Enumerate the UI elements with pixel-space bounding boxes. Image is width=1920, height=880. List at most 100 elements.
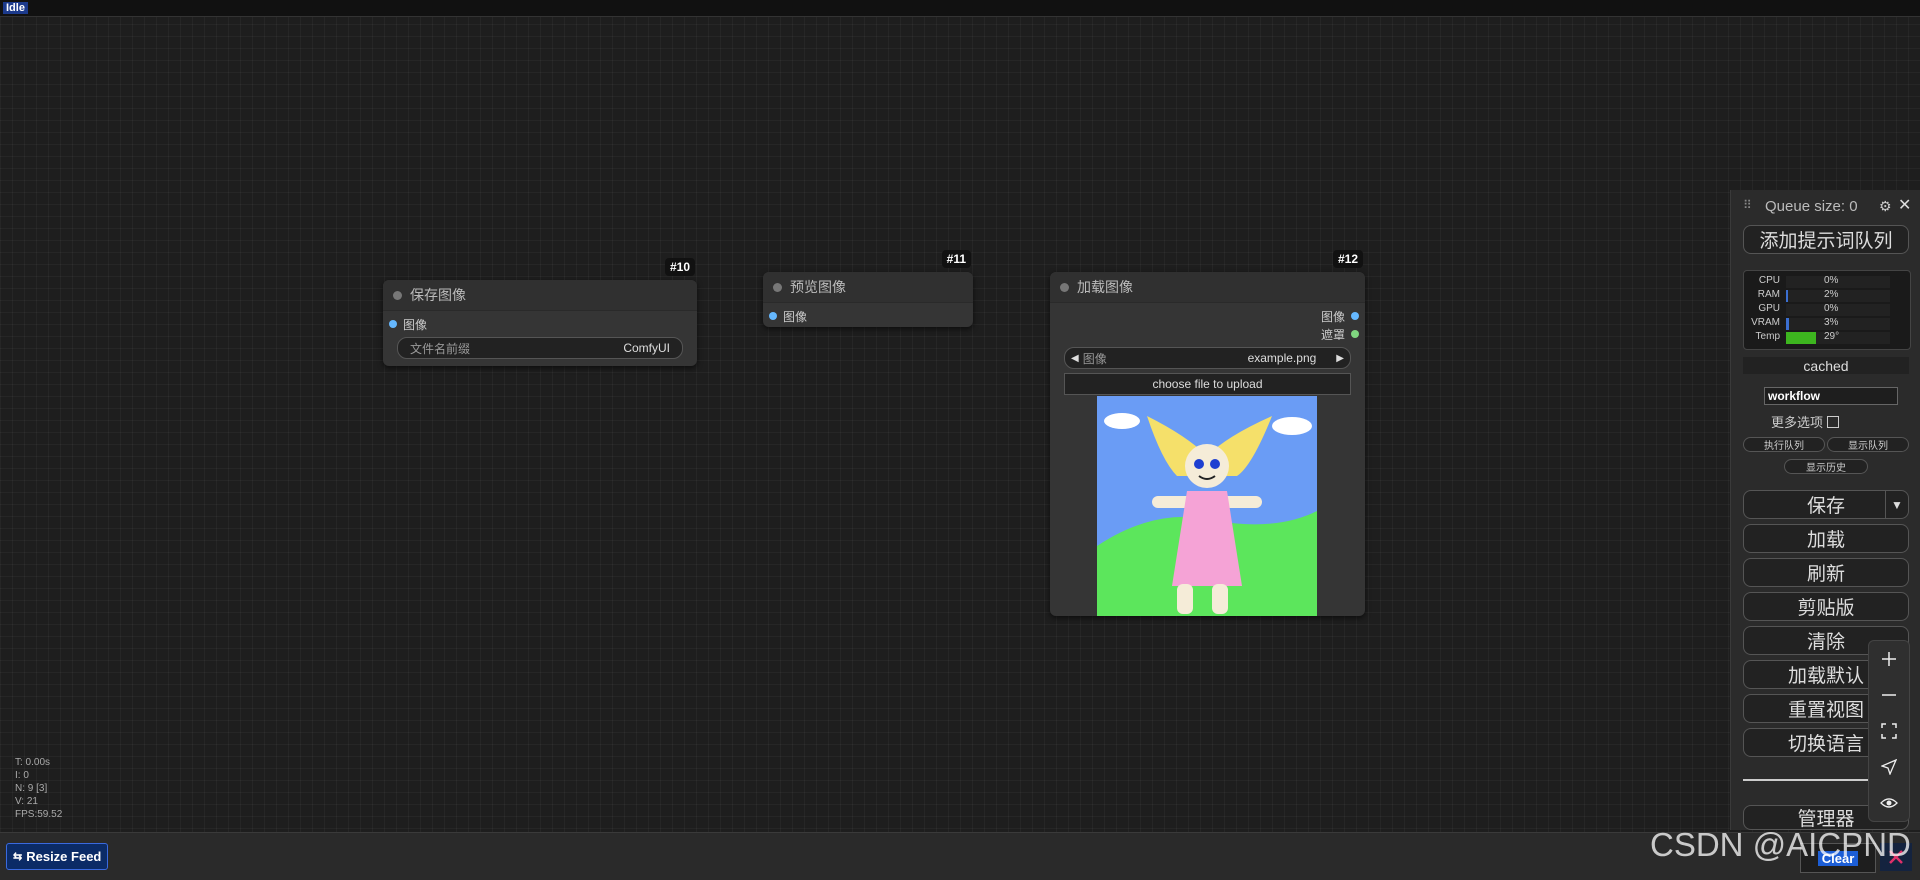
filename-prefix-field[interactable]: 文件名前缀 ComfyUI xyxy=(397,337,683,359)
fit-view-icon[interactable] xyxy=(1869,713,1909,749)
zoom-out-icon[interactable] xyxy=(1869,677,1909,713)
output-slot-label: 图像 xyxy=(1320,309,1345,324)
input-slot-label: 图像 xyxy=(783,309,808,324)
queue-prompt-button[interactable]: 添加提示词队列 xyxy=(1743,225,1909,254)
node-collapse-dot[interactable] xyxy=(1060,282,1069,292)
node-title: 保存图像 xyxy=(410,287,466,303)
monitor-value: 0% xyxy=(1824,303,1839,314)
refresh-button[interactable]: 刷新 xyxy=(1743,558,1909,587)
more-options-row[interactable]: 更多选项 xyxy=(1771,412,1840,431)
image-preview xyxy=(1097,396,1317,616)
send-icon[interactable] xyxy=(1869,749,1909,785)
input-slot-image[interactable]: 图像 xyxy=(763,307,973,325)
eye-icon[interactable] xyxy=(1869,785,1909,821)
node-title-bar[interactable]: 预览图像 xyxy=(763,272,973,303)
status-idle-badge: Idle xyxy=(3,2,28,14)
gear-icon[interactable]: ⚙ xyxy=(1879,198,1892,215)
drawing-image xyxy=(1097,396,1317,616)
node-title: 加载图像 xyxy=(1077,279,1133,295)
stat-v: V: 21 xyxy=(15,796,38,807)
monitor-row-vram: VRAM 3% xyxy=(1744,317,1910,331)
monitor-value: 29° xyxy=(1824,331,1840,342)
switch-language-label: 切换语言 xyxy=(1787,734,1864,755)
input-slot-dot[interactable] xyxy=(769,312,777,320)
stat-i: I: 0 xyxy=(15,770,29,781)
node-title-bar[interactable]: 加载图像 xyxy=(1050,272,1365,303)
zoom-in-icon[interactable] xyxy=(1869,641,1909,677)
resource-monitor: CPU 0% RAM 2% GPU 0% VRAM 3% Temp 29° xyxy=(1743,270,1911,350)
input-slot-image[interactable]: 图像 xyxy=(383,315,697,333)
drag-handle-icon[interactable]: ⠿ xyxy=(1743,198,1752,212)
node-title: 预览图像 xyxy=(790,279,846,295)
node-id-badge: #11 xyxy=(941,250,971,268)
show-history-button[interactable]: 显示历史 xyxy=(1784,459,1868,474)
stat-time: T: 0.00s xyxy=(15,757,51,768)
canvas-stats: T: 0.00s I: 0 N: 9 [3] V: 21 FPS:59.52 xyxy=(15,756,62,821)
clear-label: 清除 xyxy=(1806,632,1845,653)
combo-value: example.png xyxy=(1247,351,1317,365)
monitor-bar-fill xyxy=(1786,332,1817,344)
show-history-label: 显示历史 xyxy=(1806,463,1846,474)
combo-next-arrow-icon[interactable]: ▶ xyxy=(1336,353,1344,364)
output-slot-dot[interactable] xyxy=(1351,312,1359,320)
combo-prev-arrow-icon[interactable]: ◀ xyxy=(1071,353,1079,364)
node-title-bar[interactable]: 保存图像 xyxy=(383,280,697,311)
monitor-value: 3% xyxy=(1824,317,1839,328)
close-icon[interactable]: ✕ xyxy=(1898,195,1911,215)
widget-label: 文件名前缀 xyxy=(410,341,471,356)
monitor-label: RAM xyxy=(1757,289,1780,300)
input-slot-label: 图像 xyxy=(403,317,428,332)
image-combo[interactable]: ◀ 图像 example.png ▶ xyxy=(1064,347,1351,369)
resize-feed-button[interactable]: ⇆ Resize Feed xyxy=(6,843,109,870)
cached-status: cached xyxy=(1743,357,1909,374)
load-button[interactable]: 加载 xyxy=(1743,524,1909,553)
node-save-image[interactable]: #10 保存图像 图像 文件名前缀 ComfyUI xyxy=(383,258,697,366)
queue-size: Queue size: 0 xyxy=(1765,198,1858,215)
workflow-name-input[interactable] xyxy=(1764,387,1898,405)
monitor-value: 2% xyxy=(1824,289,1839,300)
resize-feed-icon: ⇆ xyxy=(13,851,23,863)
monitor-row-gpu: GPU 0% xyxy=(1744,303,1910,317)
stat-nodes: N: 9 [3] xyxy=(15,783,48,794)
upload-button[interactable]: choose file to upload xyxy=(1064,373,1351,395)
clipspace-label: 剪贴版 xyxy=(1797,598,1855,619)
monitor-label: Temp xyxy=(1755,331,1780,342)
monitor-label: GPU xyxy=(1758,303,1780,314)
output-slot-image[interactable]: 图像 xyxy=(1050,307,1365,325)
upload-button-label: choose file to upload xyxy=(1152,377,1263,391)
load-default-label: 加载默认 xyxy=(1787,666,1864,687)
resize-feed-label: Resize Feed xyxy=(26,849,102,864)
run-queue-label: 执行队列 xyxy=(1764,441,1804,452)
monitor-label: CPU xyxy=(1758,275,1780,286)
node-load-image[interactable]: #12 加载图像 图像 遮罩 ◀ 图像 example.png ▶ choose… xyxy=(1050,250,1365,616)
monitor-row-cpu: CPU 0% xyxy=(1744,275,1910,289)
node-preview-image[interactable]: #11 预览图像 图像 xyxy=(763,250,973,327)
more-options-label: 更多选项 xyxy=(1771,415,1824,430)
monitor-label: VRAM xyxy=(1751,317,1780,328)
queue-prompt-label: 添加提示词队列 xyxy=(1759,231,1893,252)
canvas-view-controls xyxy=(1868,640,1910,822)
run-queue-button[interactable]: 执行队列 xyxy=(1743,437,1825,452)
clipspace-button[interactable]: 剪贴版 xyxy=(1743,592,1909,621)
input-slot-dot[interactable] xyxy=(389,320,397,328)
stat-fps: FPS:59.52 xyxy=(15,809,63,820)
show-queue-button[interactable]: 显示队列 xyxy=(1827,437,1909,452)
cached-label: cached xyxy=(1803,357,1849,374)
monitor-bar-fill xyxy=(1786,290,1789,302)
show-queue-label: 显示队列 xyxy=(1848,441,1888,452)
node-id-badge: #10 xyxy=(664,258,695,276)
output-slot-mask[interactable]: 遮罩 xyxy=(1050,325,1365,343)
save-button[interactable]: 保存 ▼ xyxy=(1743,490,1909,519)
node-collapse-dot[interactable] xyxy=(393,290,402,300)
monitor-value: 0% xyxy=(1824,275,1839,286)
reset-view-label: 重置视图 xyxy=(1787,700,1864,721)
more-options-checkbox[interactable] xyxy=(1827,415,1840,428)
node-collapse-dot[interactable] xyxy=(773,282,782,292)
save-dropdown-icon[interactable]: ▼ xyxy=(1885,491,1908,518)
top-status-bar: Idle xyxy=(0,0,1920,17)
node-id-badge: #12 xyxy=(1332,250,1363,268)
output-slot-label: 遮罩 xyxy=(1320,327,1345,342)
output-slot-dot[interactable] xyxy=(1351,330,1359,338)
refresh-label: 刷新 xyxy=(1806,564,1845,585)
watermark: CSDN @AICPND xyxy=(1650,826,1911,863)
